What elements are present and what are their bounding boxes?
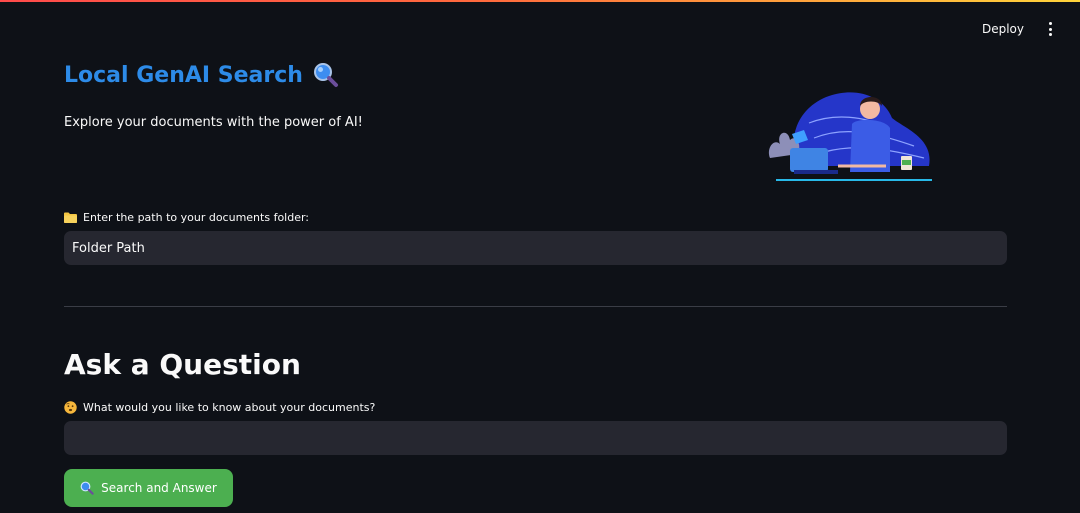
top-decoration-bar [0, 0, 1080, 2]
search-button-label: Search and Answer [101, 481, 217, 495]
page-subtitle: Explore your documents with the power of… [64, 115, 363, 130]
page-title: Local GenAI Search [64, 62, 303, 88]
question-input[interactable] [64, 421, 1007, 455]
header-actions: Deploy [978, 20, 1058, 38]
page-title-row: Local GenAI Search [64, 62, 339, 88]
section-heading: Ask a Question [64, 348, 301, 381]
question-field-label: What would you like to know about your d… [83, 401, 376, 414]
section-divider [64, 306, 1007, 307]
thinking-face-icon [64, 401, 77, 414]
folder-field-label-row: Enter the path to your documents folder: [64, 211, 309, 224]
person-laptop-illustration [768, 92, 932, 181]
magnifier-icon [80, 481, 94, 495]
search-and-answer-button[interactable]: Search and Answer [64, 469, 233, 507]
magnifier-icon [313, 63, 338, 87]
deploy-button[interactable]: Deploy [978, 20, 1028, 38]
folder-field-label: Enter the path to your documents folder: [83, 211, 310, 224]
question-field-label-row: What would you like to know about your d… [64, 401, 375, 414]
kebab-menu-icon[interactable] [1042, 20, 1058, 38]
folder-path-placeholder: Folder Path [72, 240, 145, 256]
folder-path-input[interactable]: Folder Path [64, 231, 1007, 265]
folder-icon [64, 212, 77, 223]
